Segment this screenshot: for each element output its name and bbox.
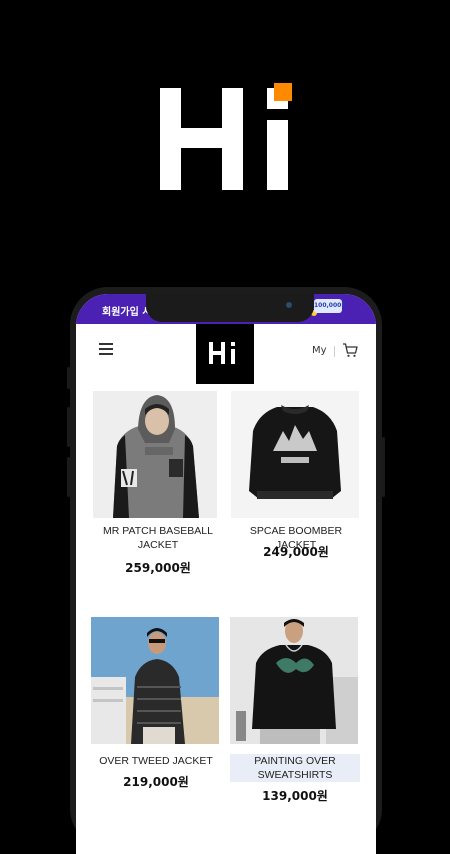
coupon-badge: 100,000P [314,299,346,313]
app-screen: 회원가입 시 !! 100,000P My [76,294,376,854]
menu-icon[interactable] [99,343,113,355]
header-divider [334,346,335,357]
phone-frame: 회원가입 시 !! 100,000P My [67,287,385,854]
product-image[interactable] [230,617,358,744]
camera-icon [286,302,292,308]
product-price: 219,000원 [123,775,189,789]
product-price: 249,000원 [263,545,329,559]
banner-text: 회원가입 시 [102,307,152,318]
product-image[interactable] [231,391,359,518]
product-name[interactable]: PAINTING OVER SWEATSHIRTS [230,754,360,782]
logo-accent-square [274,83,292,101]
brand-logo [160,83,292,190]
product-name[interactable]: MR PATCH BASEBALL JACKET [93,524,223,552]
cart-icon[interactable] [342,342,358,358]
product-image[interactable] [91,617,219,744]
product-price: 259,000원 [125,561,191,575]
product-name[interactable]: OVER TWEED JACKET [91,754,221,768]
product-price: 139,000원 [262,789,328,803]
my-page-link[interactable]: My [312,345,327,356]
app-header: My [76,324,376,384]
phone-notch [146,294,314,322]
header-logo[interactable] [196,324,254,384]
product-image[interactable] [93,391,221,518]
